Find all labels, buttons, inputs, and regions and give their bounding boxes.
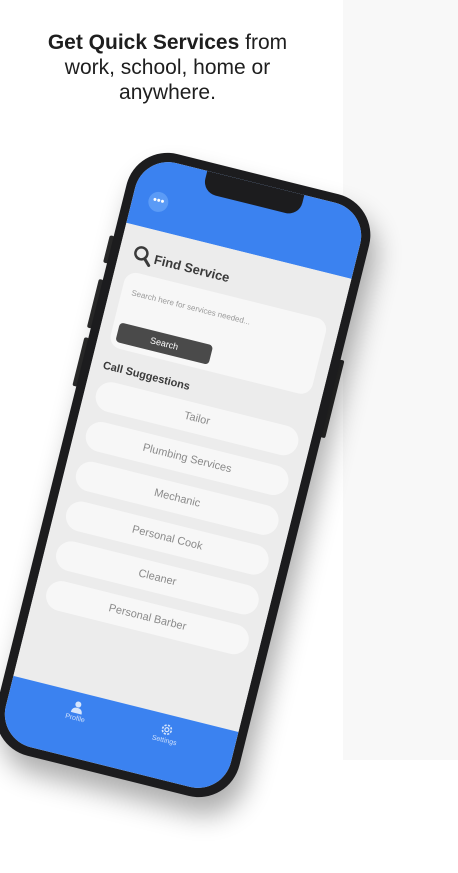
headline-bold: Get Quick Services	[47, 31, 240, 54]
search-button[interactable]: Search	[115, 322, 214, 365]
phone-mockup: ••• Find Service Search here for service…	[0, 143, 380, 807]
tab-settings[interactable]: Settings	[134, 716, 198, 752]
page: Get Quick Services from work, school, ho…	[0, 0, 458, 873]
ellipsis-icon[interactable]: •••	[146, 189, 171, 215]
phone-frame: ••• Find Service Search here for service…	[0, 143, 380, 807]
tab-profile[interactable]: Profile	[45, 693, 109, 729]
headline: Get Quick Services from work, school, ho…	[20, 30, 315, 105]
app-content: Find Service Search Call Suggestions Tai…	[13, 222, 352, 733]
suggestion-list: Tailor Plumbing Services Mechanic Person…	[40, 379, 302, 668]
phone-screen: ••• Find Service Search here for service…	[0, 154, 369, 796]
background-panel	[343, 0, 458, 760]
search-icon	[131, 244, 155, 268]
